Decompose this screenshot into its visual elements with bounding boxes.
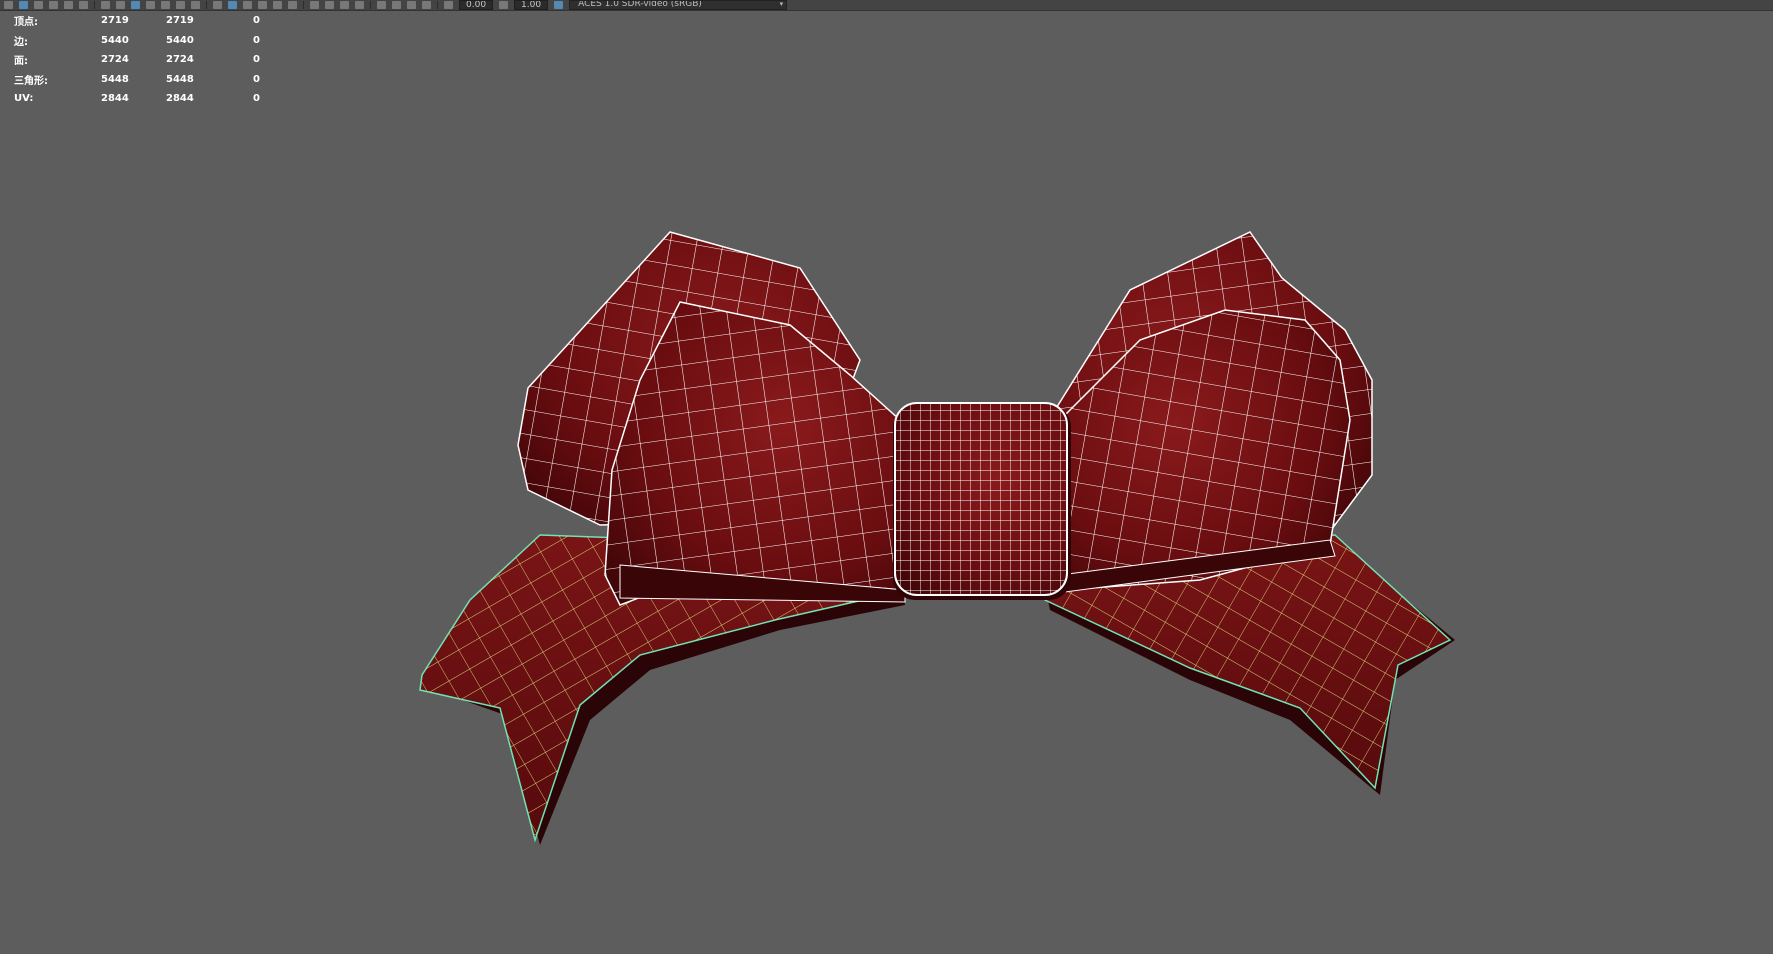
exposure-icon[interactable] xyxy=(444,1,453,9)
gate-mask-icon[interactable] xyxy=(146,1,155,9)
textured-icon[interactable] xyxy=(258,1,267,9)
color-management-icon[interactable] xyxy=(554,1,564,9)
grease-pencil-icon[interactable] xyxy=(79,1,88,9)
xray-icon[interactable] xyxy=(392,1,401,9)
image-plane-icon[interactable] xyxy=(49,1,58,9)
bow-knot[interactable] xyxy=(893,402,1071,600)
isolate-select-icon[interactable] xyxy=(377,1,386,9)
xray-joints-icon[interactable] xyxy=(407,1,416,9)
3d-viewport[interactable] xyxy=(0,11,1773,954)
wireframe-icon[interactable] xyxy=(213,1,222,9)
color-space-value: ACES 1.0 SDR-video (sRGB) xyxy=(578,0,702,9)
gamma-field[interactable]: 1.00 xyxy=(514,0,549,10)
anti-aliasing-icon[interactable] xyxy=(340,1,349,9)
field-chart-icon[interactable] xyxy=(161,1,170,9)
safe-action-icon[interactable] xyxy=(176,1,185,9)
depth-of-field-icon[interactable] xyxy=(355,1,364,9)
2d-pan-zoom-icon[interactable] xyxy=(64,1,73,9)
select-camera-icon[interactable] xyxy=(4,1,13,9)
shadows-icon[interactable] xyxy=(288,1,297,9)
toolbar-icons xyxy=(0,0,459,10)
viewport-toolbar: 0.00 1.00 ACES 1.0 SDR-video (sRGB) ▾ xyxy=(0,0,1773,11)
wireframe-on-shaded-icon[interactable] xyxy=(243,1,252,9)
smooth-shade-icon[interactable] xyxy=(228,1,237,9)
resolution-gate-icon[interactable] xyxy=(131,1,140,9)
gamma-icon[interactable] xyxy=(499,1,509,9)
motion-blur-icon[interactable] xyxy=(325,1,334,9)
camera-attributes-icon[interactable] xyxy=(19,1,28,9)
chevron-down-icon: ▾ xyxy=(779,0,784,8)
grid-icon[interactable] xyxy=(101,1,110,9)
lighting-icon[interactable] xyxy=(273,1,282,9)
backface-culling-icon[interactable] xyxy=(422,1,431,9)
film-gate-icon[interactable] xyxy=(116,1,125,9)
bookmark-icon[interactable] xyxy=(34,1,43,9)
color-space-dropdown[interactable]: ACES 1.0 SDR-video (sRGB) ▾ xyxy=(569,0,788,10)
exposure-field[interactable]: 0.00 xyxy=(459,0,494,10)
safe-title-icon[interactable] xyxy=(191,1,200,9)
ambient-occlusion-icon[interactable] xyxy=(310,1,319,9)
